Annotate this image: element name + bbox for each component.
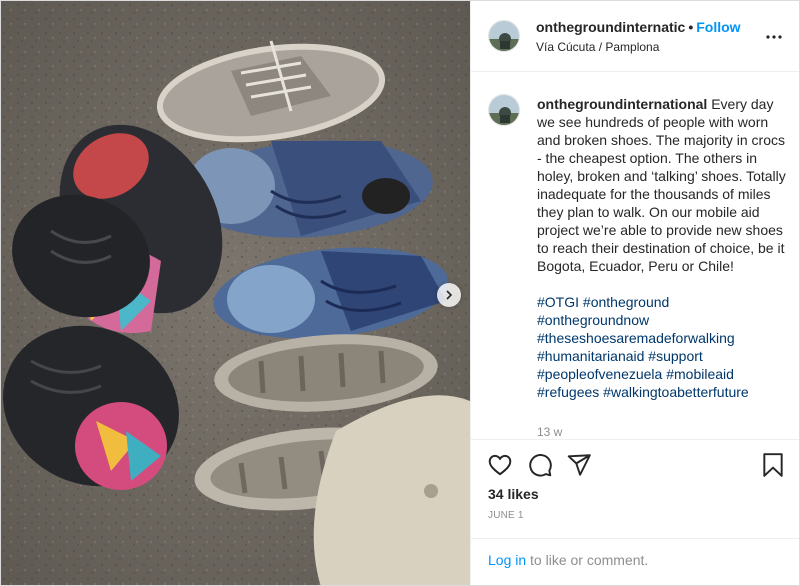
location-link[interactable]: Vía Cúcuta / Pamplona [536, 39, 766, 55]
comment-prompt: Log in to like or comment. [471, 538, 799, 585]
relative-timestamp[interactable]: 13 w [537, 425, 562, 439]
username-link[interactable]: ontheground​internatic [536, 19, 685, 35]
login-link[interactable]: Log in [488, 552, 526, 568]
actions-section: 34 likes JUNE 1 Log in to like or commen… [471, 439, 799, 585]
post-date[interactable]: JUNE 1 [488, 510, 524, 521]
separator-dot: • [688, 19, 694, 35]
caption-area: ontheground​international Every day we s… [471, 73, 799, 439]
chevron-right-icon [446, 290, 453, 300]
hashtag-list: #OTGI #ontheground #ontheground​now #these… [537, 293, 787, 401]
hashtag-link[interactable]: #walkingtoabetterfuture [603, 384, 749, 400]
save-button[interactable] [761, 452, 785, 483]
share-icon [567, 454, 591, 476]
caption-text: ontheground​international Every day we s… [537, 95, 787, 401]
more-options-icon [766, 35, 782, 39]
hashtag-link[interactable]: #refugees [537, 384, 599, 400]
post-header: ontheground​internatic • Follow Vía Cúcuta… [471, 1, 799, 72]
caption-avatar[interactable] [488, 94, 520, 126]
follow-button[interactable]: Follow [696, 19, 740, 35]
avatar[interactable] [488, 20, 520, 52]
hashtag-link[interactable]: #OTGI [537, 294, 579, 310]
hashtag-link[interactable]: #support [648, 348, 702, 364]
comment-icon [529, 454, 552, 477]
carousel-next-button[interactable] [437, 283, 461, 307]
caption-username-link[interactable]: ontheground​international [537, 96, 707, 112]
post-photo[interactable] [1, 1, 470, 585]
post-dialog: ontheground​internatic • Follow Vía Cúcuta… [0, 0, 800, 586]
caption-body: Every day we see hundreds of people with… [537, 96, 790, 274]
hashtag-link[interactable]: #mobileaid [666, 366, 734, 382]
username-row: ontheground​internatic • Follow [536, 18, 766, 36]
comment-button[interactable] [527, 452, 553, 483]
shoes-photo-illustration [1, 1, 470, 585]
likes-count[interactable]: 34 likes [488, 486, 539, 502]
hashtag-link[interactable]: #theseshoesaremadeforwalking [537, 330, 735, 346]
login-prompt-text: to like or comment. [526, 552, 649, 568]
more-options-button[interactable] [765, 28, 783, 46]
avatar-image [489, 95, 519, 125]
like-button[interactable] [487, 452, 513, 483]
hashtag-link[interactable]: #ontheground​now [537, 312, 649, 328]
bookmark-icon [763, 453, 783, 477]
avatar-image [489, 21, 519, 51]
post-side-panel: ontheground​internatic • Follow Vía Cúcuta… [470, 1, 799, 585]
hashtag-link[interactable]: #humanitarianaid [537, 348, 644, 364]
hashtag-link[interactable]: #peopleofvenezuela [537, 366, 662, 382]
hashtag-link[interactable]: #ontheground [583, 294, 669, 310]
heart-icon [488, 454, 512, 476]
share-button[interactable] [566, 452, 592, 483]
header-text: ontheground​internatic • Follow Vía Cúcuta… [536, 18, 766, 55]
